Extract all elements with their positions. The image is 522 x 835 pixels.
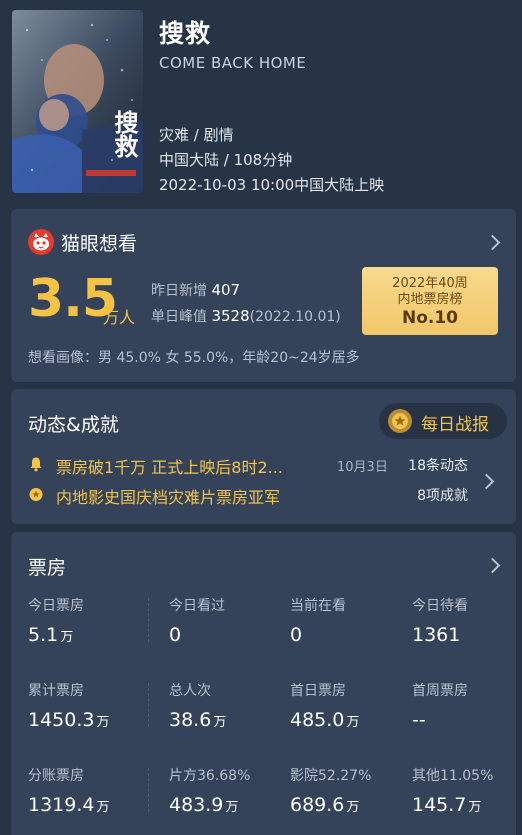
stat-unit: 万: [96, 800, 110, 815]
weekly-rank-badge[interactable]: 2022年40周 内地票房榜 No.10: [362, 267, 498, 335]
movie-header: 搜救 搜救 COME BACK HOME 灾难 / 剧情 中国大陆 / 108分…: [0, 0, 522, 205]
stat-label: 当前在看: [290, 598, 346, 614]
daily-report-label: 每日战报: [421, 415, 489, 435]
daily-peak-date: (2022.10.01): [249, 309, 341, 325]
stat-other-share: 其他11.05% 145.7 万: [412, 765, 522, 816]
achievement-text: 内地影史国庆档灾难片票房亚军: [56, 488, 281, 507]
stat-unit: 万: [346, 715, 360, 730]
stat-label: 今日票房: [28, 598, 84, 614]
stat-unit: 万: [213, 715, 227, 730]
stat-today-pending: 今日待看 1361: [412, 595, 522, 646]
stat-value: 5.1: [28, 624, 59, 646]
stat-now-watching: 当前在看 0: [290, 595, 410, 646]
stat-unit: 万: [346, 800, 360, 815]
stat-value: 145.7: [412, 794, 467, 816]
movie-english-title: COME BACK HOME: [159, 54, 307, 72]
stat-label: 其他11.05%: [412, 768, 494, 784]
movie-poster[interactable]: 搜救: [12, 10, 143, 193]
stat-label: 累计票房: [28, 683, 84, 699]
stat-label: 影院52.27%: [290, 768, 372, 784]
dynamic-text: 票房破1千万 正式上映后8时2...: [56, 458, 283, 477]
stat-unit: 万: [96, 715, 110, 730]
stat-split-boxoffice: 分账票房 1319.4 万: [28, 765, 148, 816]
stat-first-day-boxoffice: 首日票房 485.0 万: [290, 680, 410, 731]
yesterday-new-value: 407: [211, 281, 241, 299]
stat-unit: 万: [60, 630, 74, 645]
stat-value: --: [412, 709, 426, 731]
want-count-unit: 万人: [103, 308, 136, 327]
audience-portrait: 想看画像：男 45.0% 女 55.0%，年龄20~24岁居多: [28, 350, 360, 366]
dynamic-item[interactable]: 票房破1千万 正式上映后8时2... 10月3日 18条动态: [28, 453, 468, 477]
stat-value: 38.6: [169, 709, 212, 731]
stat-label: 今日看过: [169, 598, 225, 614]
stat-unit: 万: [225, 800, 239, 815]
stat-value: 0: [169, 624, 182, 646]
stat-value: 1319.4: [28, 794, 95, 816]
stat-producer-share: 片方36.68% 483.9 万: [169, 765, 289, 816]
stat-label: 首周票房: [412, 683, 468, 699]
stat-value: 1361: [412, 624, 461, 646]
yesterday-new: 昨日新增 407: [151, 280, 240, 300]
stat-label: 首日票房: [290, 683, 346, 699]
chevron-right-icon[interactable]: [484, 234, 501, 251]
stat-cinema-share: 影院52.27% 689.6 万: [290, 765, 410, 816]
stat-value: 1450.3: [28, 709, 95, 731]
stat-label: 分账票房: [28, 768, 84, 784]
chevron-right-icon[interactable]: [478, 473, 495, 490]
column-divider: [148, 598, 150, 642]
movie-release: 2022-10-03 10:00中国大陆上映: [159, 176, 385, 194]
daily-peak-value: 3528: [211, 307, 250, 325]
daily-peak: 单日峰值 3528(2022.10.01): [151, 306, 341, 326]
column-divider: [148, 683, 150, 727]
box-office-title: 票房: [28, 557, 67, 579]
maoyan-want-title: 猫眼想看: [61, 233, 138, 255]
medal-icon: [28, 486, 44, 502]
want-to-see-card[interactable]: 猫眼想看 3.5 万人 昨日新增 407 单日峰值 3528(2022.10.0…: [11, 209, 516, 382]
stat-label: 总人次: [169, 683, 211, 699]
chevron-right-icon[interactable]: [484, 557, 501, 574]
stat-first-week-boxoffice: 首周票房 --: [412, 680, 522, 731]
stat-total-admissions: 总人次 38.6 万: [169, 680, 289, 731]
maoyan-cat-icon: [28, 229, 54, 255]
stat-value: 0: [290, 624, 303, 646]
movie-title: 搜救: [159, 19, 212, 48]
rank-list-name: 内地票房榜: [397, 292, 463, 307]
daily-peak-label: 单日峰值: [151, 309, 207, 325]
stat-today-watched: 今日看过 0: [169, 595, 289, 646]
daily-report-button[interactable]: 每日战报: [379, 403, 507, 439]
dynamic-count: 18条动态: [408, 458, 468, 474]
achievements-title: 动态&成就: [28, 414, 119, 436]
stat-total-boxoffice: 累计票房 1450.3 万: [28, 680, 148, 731]
achievement-item[interactable]: 内地影史国庆档灾难片票房亚军 8项成就: [28, 483, 468, 507]
stat-value: 485.0: [290, 709, 345, 731]
poster-title: 搜救: [110, 110, 138, 159]
stat-label: 今日待看: [412, 598, 468, 614]
achievement-count: 8项成就: [417, 488, 468, 504]
stat-today-boxoffice: 今日票房 5.1 万: [28, 595, 148, 646]
stat-value: 483.9: [169, 794, 224, 816]
movie-region-duration: 中国大陆 / 108分钟: [159, 151, 293, 169]
stat-label: 片方36.68%: [169, 768, 251, 784]
dynamic-date: 10月3日: [337, 460, 388, 475]
stat-unit: 万: [468, 800, 482, 815]
bell-icon: [28, 456, 44, 472]
column-divider: [148, 768, 150, 812]
achievements-card[interactable]: 动态&成就 每日战报 票房破1千万 正式上映后8时2... 10月3日 18条动…: [11, 389, 516, 524]
stat-value: 689.6: [290, 794, 345, 816]
rank-number: No.10: [401, 308, 459, 328]
medal-icon: [388, 409, 412, 433]
movie-genres: 灾难 / 剧情: [159, 126, 234, 144]
poster-art: 搜救: [12, 10, 143, 193]
box-office-card[interactable]: 票房 今日票房 5.1 万 今日看过 0 当前在看 0 今日待看 1361 累计票…: [11, 532, 516, 835]
yesterday-new-label: 昨日新增: [151, 283, 207, 299]
